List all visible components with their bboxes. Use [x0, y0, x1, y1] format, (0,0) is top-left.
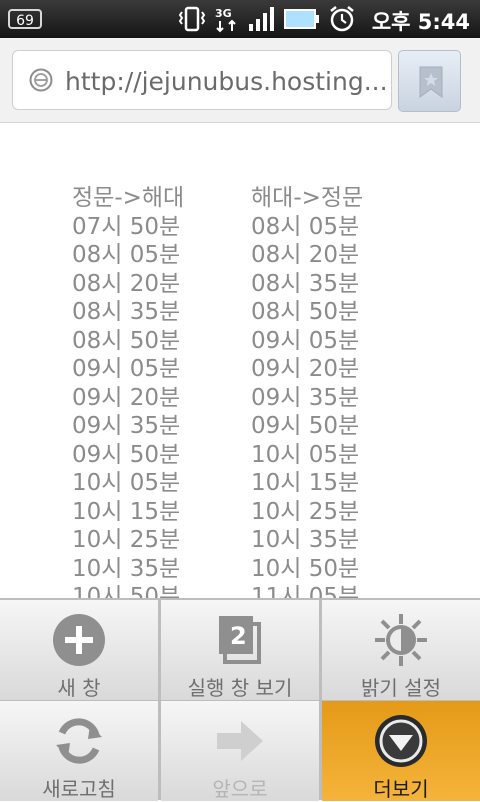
time-cell: 09시 05분	[72, 356, 181, 382]
vibrate-icon	[178, 6, 206, 32]
time-cell: 10시 15분	[251, 470, 360, 496]
time-cell: 08시 05분	[251, 213, 360, 240]
status-icons: 3G	[178, 5, 356, 33]
menu-label: 새로고침	[42, 777, 116, 801]
forward-button[interactable]: 앞으로	[161, 701, 319, 801]
time-cell: 10시 25분	[72, 527, 181, 553]
time-cell: 08시 35분	[72, 299, 181, 325]
time-cell: 10시 15분	[72, 498, 181, 525]
url-field[interactable]: http://jejunubus.hosting....	[12, 50, 392, 110]
time-cell: 08시 35분	[251, 270, 360, 297]
column-header: 해대->정문	[251, 185, 364, 211]
more-button[interactable]: 더보기	[322, 701, 480, 801]
time-cell: 10시 35분	[251, 527, 360, 553]
url-text: http://jejunubus.hosting....	[65, 67, 385, 96]
brightness-icon	[375, 614, 427, 666]
refresh-button[interactable]: 새로고침	[0, 701, 158, 801]
globe-icon	[29, 68, 53, 92]
time-cell: 10시 50분	[251, 555, 360, 582]
menu-label: 더보기	[373, 777, 429, 801]
signal-bars-icon	[249, 7, 274, 31]
time-cell: 10시 25분	[251, 498, 360, 525]
timetable-column-gate-to-univ: 정문->해대 07시 50분 08시 05분 08시 20분 08시 35분 0…	[72, 184, 184, 600]
bookmark-button[interactable]	[398, 50, 461, 112]
browser-toolbar: http://jejunubus.hosting....	[0, 38, 480, 123]
refresh-icon	[56, 718, 102, 764]
battery-icon	[284, 9, 319, 29]
time-cell: 08시 20분	[72, 270, 181, 297]
brightness-button[interactable]: 밝기 설정	[322, 600, 480, 700]
page-content: 정문->해대 07시 50분 08시 05분 08시 20분 08시 35분 0…	[0, 122, 480, 600]
clock: 오후 5:44	[371, 10, 470, 34]
time-cell: 09시 50분	[72, 441, 181, 468]
status-bar: 69 3G 오후 5:44	[0, 0, 480, 38]
time-cell: 09시 05분	[251, 327, 360, 354]
window-count: 2	[230, 622, 247, 650]
more-icon	[375, 715, 427, 767]
time-cell: 09시 50분	[251, 413, 360, 439]
time-cell: 08시 20분	[251, 242, 360, 268]
options-menu: 새 창 2 실행 창 보기 밝기 설정 새로고침 앞으로 더보기	[0, 598, 480, 801]
alarm-icon	[330, 6, 354, 32]
notification-badge: 69	[8, 9, 42, 29]
time-cell: 07시 50분	[72, 213, 181, 240]
windows-button[interactable]: 2 실행 창 보기	[161, 600, 319, 700]
menu-label: 새 창	[57, 676, 101, 700]
time-cell: 08시 50분	[72, 327, 181, 354]
timetable-column-univ-to-gate: 해대->정문 08시 05분 08시 20분 08시 35분 08시 50분 0…	[251, 184, 363, 600]
network-label: 3G	[215, 7, 232, 20]
forward-arrow-icon	[217, 721, 263, 761]
network-3g-icon: 3G	[215, 7, 236, 33]
time-cell: 09시 20분	[72, 384, 181, 411]
column-header: 정문->해대	[72, 185, 185, 211]
menu-label: 앞으로	[212, 777, 268, 801]
time-cell: 10시 35분	[72, 555, 181, 582]
time-cell: 09시 35분	[251, 384, 360, 411]
time-cell: 09시 20분	[251, 356, 360, 382]
time-cell: 08시 05분	[72, 242, 181, 268]
windows-icon: 2	[219, 616, 261, 664]
time-cell: 10시 05분	[72, 470, 181, 496]
time-cell: 10시 05분	[251, 441, 360, 468]
time-cell: 09시 35분	[72, 413, 181, 439]
bookmark-star-icon	[419, 66, 443, 98]
new-window-button[interactable]: 새 창	[0, 600, 158, 700]
time-cell: 08시 50분	[251, 299, 360, 325]
menu-label: 밝기 설정	[361, 676, 441, 700]
plus-icon	[53, 614, 105, 666]
menu-label: 실행 창 보기	[187, 676, 293, 700]
